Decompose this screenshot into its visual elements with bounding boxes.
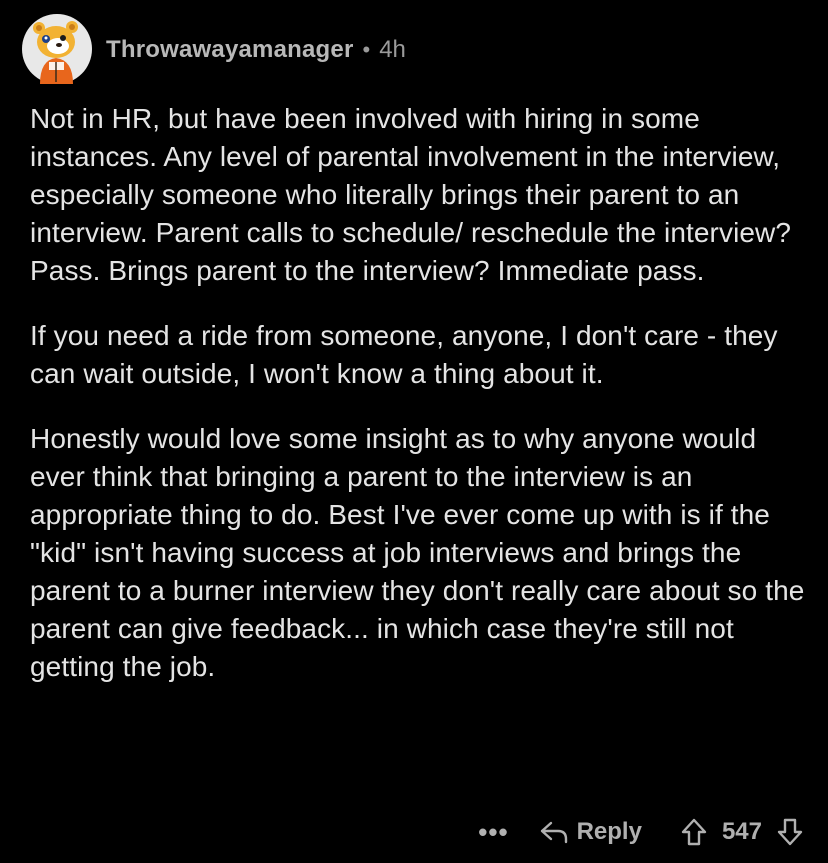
comment-paragraph-2: If you need a ride from someone, anyone,…: [30, 320, 778, 389]
reply-label: Reply: [576, 818, 642, 845]
downvote-arrow-icon[interactable]: [776, 817, 804, 847]
vote-score: 547: [721, 818, 762, 845]
avatar[interactable]: [22, 12, 92, 86]
reply-arrow-icon: [540, 821, 567, 844]
comment: Throwawayamanager • 4h Not in HR, but ha…: [0, 0, 828, 863]
comment-header: Throwawayamanager • 4h: [22, 12, 406, 86]
reply-button[interactable]: Reply: [539, 818, 642, 846]
snoo-avatar-icon: [22, 14, 92, 84]
author-username[interactable]: Throwawayamanager: [106, 36, 354, 64]
comment-age: 4h: [379, 36, 406, 63]
meta-separator: •: [362, 37, 371, 62]
vote-controls: 547: [680, 817, 804, 847]
upvote-arrow-icon[interactable]: [680, 817, 708, 847]
comment-actions: ••• Reply 547: [478, 812, 804, 852]
comment-meta: Throwawayamanager • 4h: [106, 36, 406, 64]
more-options-button[interactable]: •••: [478, 817, 508, 848]
comment-body: Not in HR, but have been involved with h…: [30, 100, 810, 713]
comment-paragraph-3: Honestly would love some insight as to w…: [30, 423, 805, 682]
comment-paragraph-1: Not in HR, but have been involved with h…: [30, 103, 792, 286]
